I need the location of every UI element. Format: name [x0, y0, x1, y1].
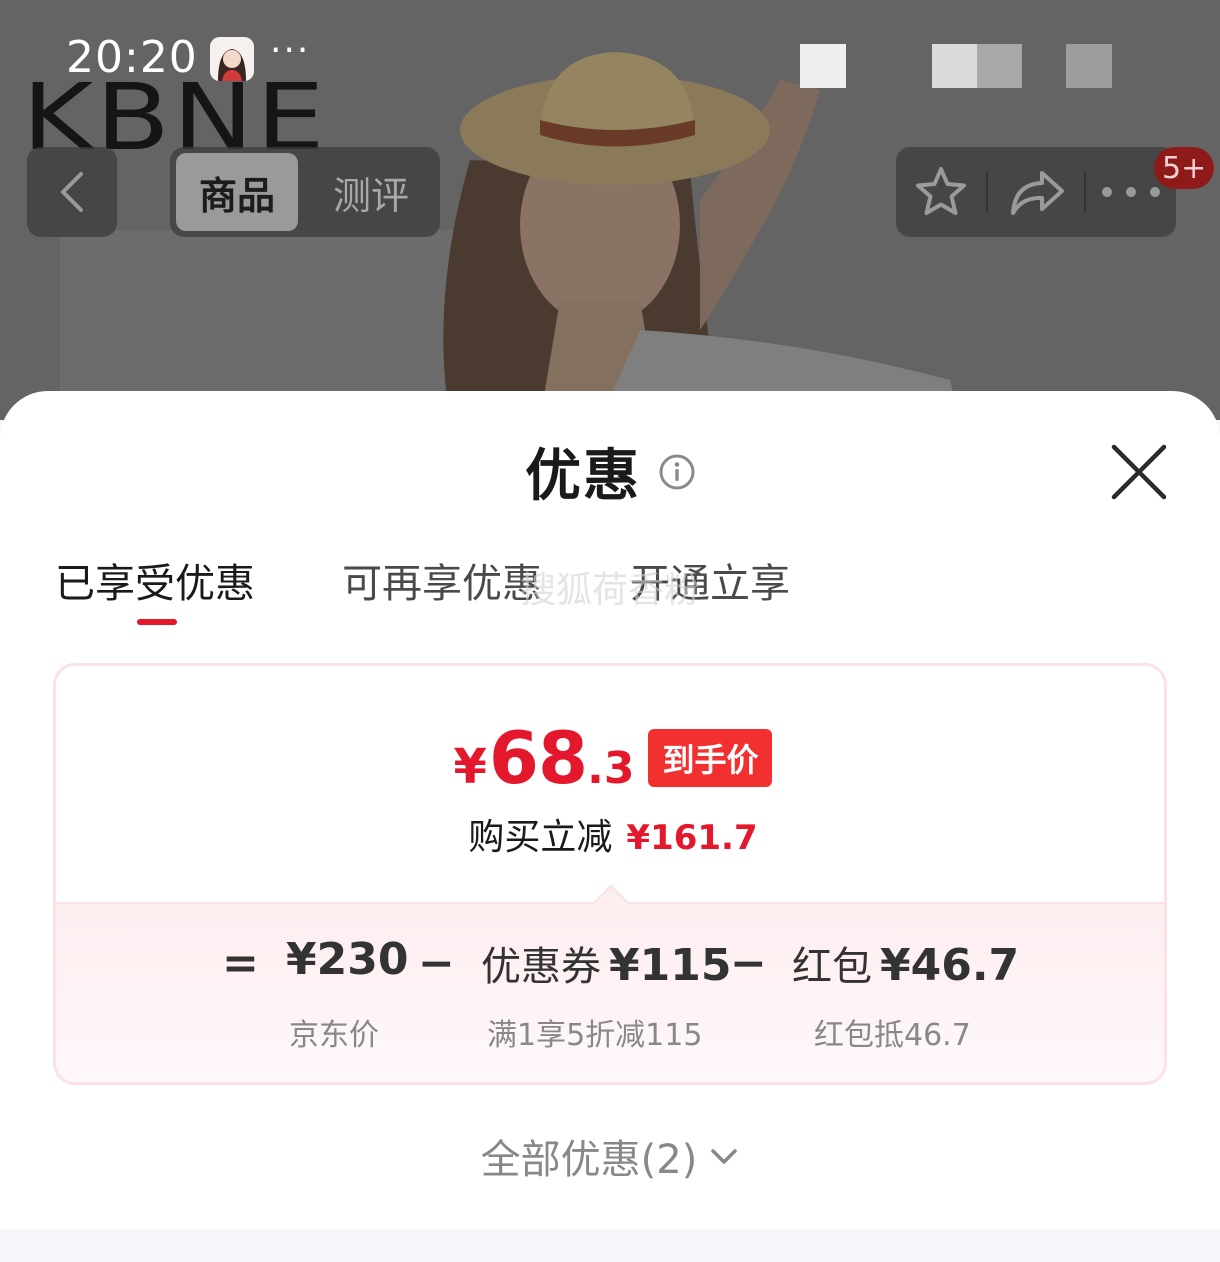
final-price: ¥ 68 .3	[454, 716, 635, 800]
final-price-decimal: .3	[587, 743, 635, 794]
redpacket-amount: ¥46.7	[880, 940, 1020, 991]
product-header-background: KBNE 20:20 ··· 商品 测评 5+	[0, 0, 1220, 420]
minus-sign: −	[730, 938, 767, 989]
savings-row: 购买立减 ¥161.7	[56, 808, 1164, 860]
favorite-button[interactable]	[896, 147, 986, 237]
coupon-amount: ¥115	[609, 940, 732, 991]
share-icon	[1011, 171, 1064, 215]
base-price: ¥230	[286, 934, 409, 985]
tab-more-discounts[interactable]: 可再享优惠	[342, 551, 542, 609]
header-actions	[896, 147, 1176, 237]
final-price-tag: 到手价	[648, 729, 773, 787]
promotions-sheet: 优惠 已享受优惠 可再享优惠 开通立享 搜狐荷香粉 ¥ 68 .3 到手价 购买…	[0, 391, 1220, 1229]
redpacket-value: 红包 ¥46.7	[792, 934, 1019, 992]
sheet-header: 优惠	[0, 431, 1220, 512]
base-price-label: 京东价	[289, 1018, 379, 1053]
chevron-left-icon	[61, 172, 83, 212]
equals-sign: =	[222, 938, 259, 989]
final-price-currency: ¥	[453, 739, 487, 795]
status-time: 20:20	[66, 32, 198, 83]
divider	[986, 171, 988, 213]
final-price-integer: 68	[488, 716, 588, 800]
star-icon	[916, 167, 966, 215]
savings-label: 购买立减	[468, 817, 613, 858]
final-price-row: ¥ 68 .3 到手价	[56, 716, 1164, 800]
close-button[interactable]	[1108, 441, 1170, 503]
product-tab-switch: 商品 测评	[170, 147, 440, 237]
all-deals-button[interactable]: 全部优惠(2)	[0, 1127, 1220, 1185]
redpacket-desc: 红包抵46.7	[814, 1018, 971, 1053]
more-dots-icon	[1102, 187, 1160, 197]
savings-amount: ¥161.7	[626, 818, 758, 858]
promotion-tabs: 已享受优惠 可再享优惠 开通立享	[0, 551, 1220, 631]
tab-reviews[interactable]: 测评	[310, 153, 432, 231]
status-more-icon: ···	[270, 30, 311, 71]
coupon-value: 优惠券 ¥115	[481, 934, 731, 992]
back-button[interactable]	[27, 147, 117, 237]
info-icon[interactable]	[659, 454, 695, 490]
close-icon	[1111, 444, 1167, 500]
coupon-desc: 满1享5折减115	[487, 1018, 703, 1053]
sheet-title: 优惠	[525, 444, 641, 509]
tab-product[interactable]: 商品	[176, 153, 298, 231]
share-button[interactable]	[992, 147, 1082, 237]
message-count-badge: 5+	[1154, 147, 1215, 189]
coupon-label: 优惠券	[481, 944, 601, 990]
deal-summary-card: ¥ 68 .3 到手价 购买立减 ¥161.7 = ¥230 京东价 − 优惠券…	[53, 663, 1167, 1085]
redpacket-label: 红包	[792, 944, 872, 990]
price-breakdown: = ¥230 京东价 − 优惠券 ¥115 满1享5折减115 − 红包 ¥46.7…	[56, 902, 1164, 1082]
status-indicator-icon	[800, 44, 846, 88]
all-deals-label: 全部优惠(2)	[480, 1137, 698, 1183]
signal-icon	[932, 44, 1022, 88]
tab-activate-discounts[interactable]: 开通立享	[630, 551, 790, 609]
chevron-down-icon	[709, 1141, 739, 1171]
minus-sign: −	[418, 938, 455, 989]
battery-icon	[1066, 44, 1112, 88]
tab-applied-discounts[interactable]: 已享受优惠	[55, 551, 255, 609]
active-tab-indicator	[137, 619, 177, 625]
notification-avatar-icon	[210, 37, 254, 81]
